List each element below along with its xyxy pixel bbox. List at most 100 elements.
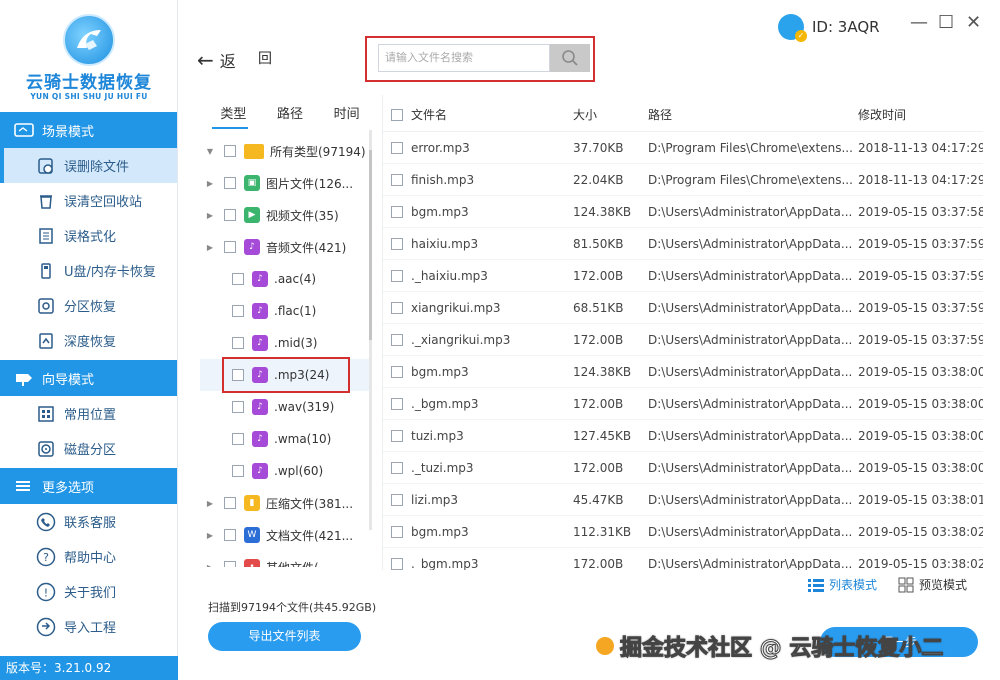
row-checkbox[interactable] bbox=[391, 301, 403, 314]
tree-item-checkbox[interactable] bbox=[224, 209, 236, 221]
tree-item[interactable]: ♪ .aac(4) bbox=[200, 263, 372, 295]
table-row[interactable]: ._bgm.mp3 172.00B D:\Users\Administrator\A… bbox=[383, 548, 983, 570]
chevron-right-icon[interactable]: ▶ bbox=[204, 531, 216, 540]
sidebar-item-phone[interactable]: 联系客服 bbox=[0, 504, 177, 539]
col-header-modified[interactable]: 修改时间 bbox=[858, 106, 983, 123]
preview-mode-button[interactable]: 预览模式 bbox=[898, 576, 967, 593]
folder-icon bbox=[244, 143, 264, 159]
tree-item[interactable]: ♪ .wpl(60) bbox=[200, 455, 372, 487]
tree-scrollbar[interactable] bbox=[369, 130, 372, 530]
tree-item-checkbox[interactable] bbox=[224, 145, 236, 157]
tree-item-checkbox[interactable] bbox=[232, 305, 244, 317]
tree-item-checkbox[interactable] bbox=[232, 433, 244, 445]
row-checkbox[interactable] bbox=[391, 429, 403, 442]
tab-time[interactable]: 时间 bbox=[318, 100, 375, 130]
tree-item[interactable]: ▶ ▮ 压缩文件(381... bbox=[200, 487, 372, 519]
table-row[interactable]: ._tuzi.mp3 172.00B D:\Users\Administrator\… bbox=[383, 452, 983, 484]
table-row[interactable]: lizi.mp3 45.47KB D:\Users\Administrator\Ap… bbox=[383, 484, 983, 516]
sidebar-item-help[interactable]: ? 帮助中心 bbox=[0, 539, 177, 574]
tree-item-checkbox[interactable] bbox=[232, 337, 244, 349]
tree-item[interactable]: ▶ ♪ 音频文件(421) bbox=[200, 231, 372, 263]
chevron-right-icon[interactable]: ▶ bbox=[204, 563, 216, 568]
cell-size: 37.70KB bbox=[573, 140, 624, 155]
tree-item-checkbox[interactable] bbox=[224, 561, 236, 567]
table-row[interactable]: xiangrikui.mp3 68.51KB D:\Users\Administra… bbox=[383, 292, 983, 324]
tree-item[interactable]: ♪ .wav(319) bbox=[200, 391, 372, 423]
table-row[interactable]: finish.mp3 22.04KB D:\Program Files\Chrome… bbox=[383, 164, 983, 196]
tree-item-checkbox[interactable] bbox=[224, 497, 236, 509]
chevron-right-icon[interactable]: ▶ bbox=[204, 243, 216, 252]
row-checkbox[interactable] bbox=[391, 173, 403, 186]
table-row[interactable]: ._bgm.mp3 172.00B D:\Users\Administrator\A… bbox=[383, 388, 983, 420]
tree-item-checkbox[interactable] bbox=[224, 241, 236, 253]
row-checkbox[interactable] bbox=[391, 205, 403, 218]
select-all-checkbox[interactable] bbox=[391, 108, 403, 121]
table-row[interactable]: ._xiangrikui.mp3 172.00B D:\Users\Administ… bbox=[383, 324, 983, 356]
col-header-size[interactable]: 大小 bbox=[573, 106, 648, 123]
back-label-2[interactable]: 回 bbox=[258, 48, 272, 68]
row-checkbox[interactable] bbox=[391, 525, 403, 538]
tree-item[interactable]: ♪ .mid(3) bbox=[200, 327, 372, 359]
list-view-icon bbox=[808, 578, 824, 592]
sidebar-item-import[interactable]: 导入工程 bbox=[0, 609, 177, 644]
table-row[interactable]: error.mp3 37.70KB D:\Program Files\Chrome\… bbox=[383, 132, 983, 164]
tree-item[interactable]: ▶ ▣ 图片文件(126... bbox=[200, 167, 372, 199]
back-button[interactable]: ← 返 bbox=[197, 48, 236, 72]
chevron-right-icon[interactable]: ▶ bbox=[204, 179, 216, 188]
row-checkbox[interactable] bbox=[391, 141, 403, 154]
tab-type[interactable]: 类型 bbox=[205, 100, 262, 130]
sidebar-item-recycle-bin[interactable]: 误清空回收站 bbox=[0, 183, 177, 218]
search-input[interactable]: 请输入文件名搜索 bbox=[378, 44, 550, 72]
close-icon[interactable]: ✕ bbox=[966, 12, 981, 33]
sidebar-item-usb-drive[interactable]: U盘/内存卡恢复 bbox=[0, 253, 177, 288]
row-checkbox[interactable] bbox=[391, 493, 403, 506]
user-id[interactable]: ✓ ID: 3AQR bbox=[778, 14, 880, 42]
sidebar-item-info[interactable]: ! 关于我们 bbox=[0, 574, 177, 609]
row-checkbox[interactable] bbox=[391, 397, 403, 410]
cell-file-name: error.mp3 bbox=[411, 140, 470, 155]
tree-item[interactable]: ▼ 所有类型(97194) bbox=[200, 135, 372, 167]
row-checkbox[interactable] bbox=[391, 333, 403, 346]
table-row[interactable]: bgm.mp3 112.31KB D:\Users\Administrator\Ap… bbox=[383, 516, 983, 548]
tree-item-checkbox[interactable] bbox=[232, 401, 244, 413]
table-row[interactable]: bgm.mp3 124.38KB D:\Users\Administrator\Ap… bbox=[383, 356, 983, 388]
search-button[interactable] bbox=[550, 44, 590, 72]
sidebar-item-partition[interactable]: 分区恢复 bbox=[0, 288, 177, 323]
tree-item[interactable]: ▶ W 文档文件(421... bbox=[200, 519, 372, 551]
tree-item-checkbox[interactable] bbox=[224, 529, 236, 541]
sidebar-item-format[interactable]: 误格式化 bbox=[0, 218, 177, 253]
svg-text:?: ? bbox=[43, 551, 49, 564]
sidebar-item-deleted-file[interactable]: 误删除文件 bbox=[0, 148, 177, 183]
row-checkbox[interactable] bbox=[391, 557, 403, 570]
export-file-list-button[interactable]: 导出文件列表 bbox=[208, 622, 361, 651]
tree-item-checkbox[interactable] bbox=[224, 177, 236, 189]
row-checkbox[interactable] bbox=[391, 365, 403, 378]
tree-item[interactable]: ♪ .wma(10) bbox=[200, 423, 372, 455]
tree-item[interactable]: ▶ ▶ 视频文件(35) bbox=[200, 199, 372, 231]
row-checkbox[interactable] bbox=[391, 269, 403, 282]
tree-item-checkbox[interactable] bbox=[232, 273, 244, 285]
chevron-down-icon[interactable]: ▼ bbox=[204, 147, 216, 156]
table-row[interactable]: haixiu.mp3 81.50KB D:\Users\Administrator\… bbox=[383, 228, 983, 260]
row-checkbox[interactable] bbox=[391, 461, 403, 474]
chevron-right-icon[interactable]: ▶ bbox=[204, 211, 216, 220]
tab-path[interactable]: 路径 bbox=[262, 100, 319, 130]
col-header-path[interactable]: 路径 bbox=[648, 106, 858, 123]
sidebar-item-disk[interactable]: 磁盘分区 bbox=[0, 431, 177, 466]
col-header-name[interactable]: 文件名 bbox=[411, 106, 573, 123]
sidebar-item-deep-recovery[interactable]: 深度恢复 bbox=[0, 323, 177, 358]
tree-item-checkbox[interactable] bbox=[232, 465, 244, 477]
list-mode-button[interactable]: 列表模式 bbox=[808, 576, 877, 593]
chevron-right-icon[interactable]: ▶ bbox=[204, 499, 216, 508]
sidebar-item-windows[interactable]: 常用位置 bbox=[0, 396, 177, 431]
maximize-icon[interactable]: ☐ bbox=[938, 12, 954, 33]
table-row[interactable]: bgm.mp3 124.38KB D:\Users\Administrator\Ap… bbox=[383, 196, 983, 228]
tree-item[interactable]: ▶ • 其他文件(... bbox=[200, 551, 372, 567]
table-row[interactable]: tuzi.mp3 127.45KB D:\Users\Administrator\A… bbox=[383, 420, 983, 452]
table-row[interactable]: ._haixiu.mp3 172.00B D:\Users\Administrato… bbox=[383, 260, 983, 292]
table-header: 文件名 大小 路径 修改时间 bbox=[383, 98, 983, 132]
row-checkbox[interactable] bbox=[391, 237, 403, 250]
tree-item[interactable]: ♪ .flac(1) bbox=[200, 295, 372, 327]
cell-path: D:\Program Files\Chrome\extens... bbox=[648, 172, 853, 187]
minimize-icon[interactable]: — bbox=[910, 12, 928, 33]
